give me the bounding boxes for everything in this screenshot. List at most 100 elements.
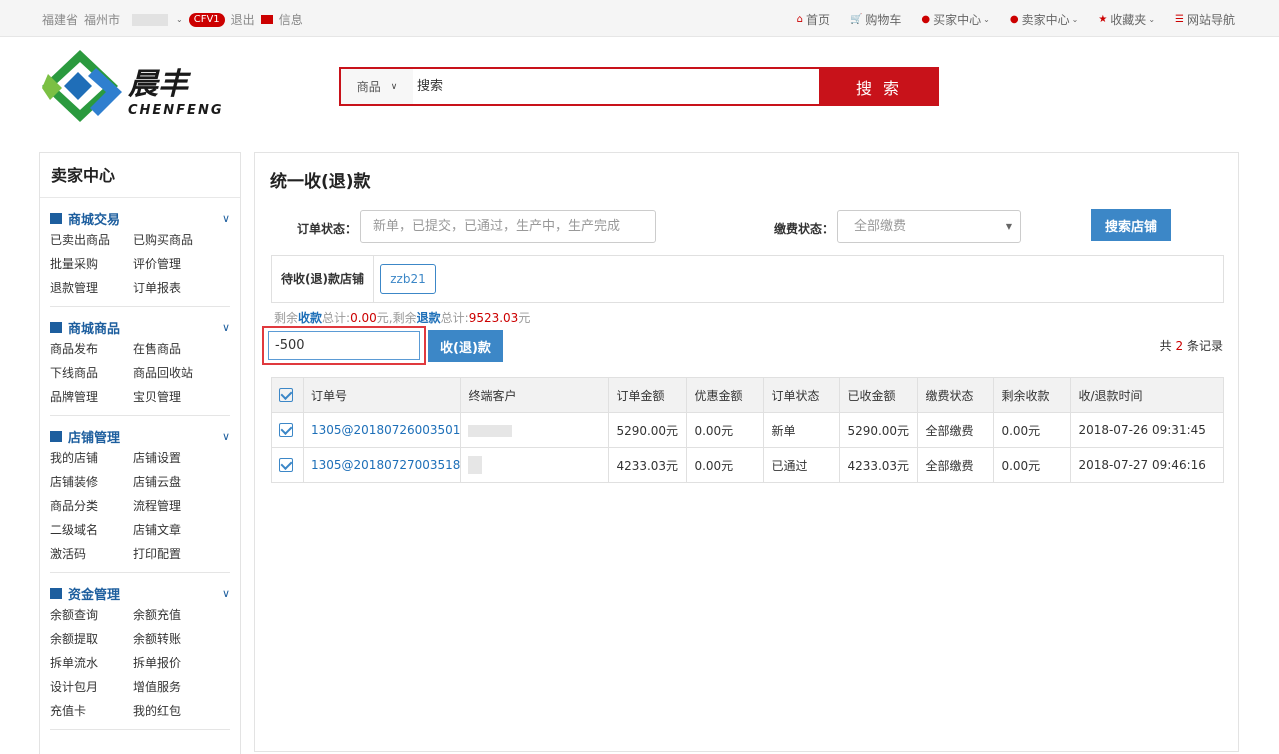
chevron-down-icon: ∨ (221, 320, 230, 334)
search-shop-button[interactable]: 搜索店铺 (1091, 209, 1171, 241)
sidebar-item[interactable]: 店铺云盘 (133, 470, 216, 494)
sidebar-item[interactable]: 退款管理 (50, 276, 133, 300)
search-category-select[interactable]: 商品 ∨ (341, 69, 413, 104)
messages-link[interactable]: 信息 (279, 11, 303, 28)
city-selector[interactable]: 福州市 (84, 11, 126, 28)
sidebar-item[interactable]: 流程管理 (133, 494, 216, 518)
row-select-cell[interactable] (271, 412, 304, 448)
shop-box: 待收(退)款店铺 zzb21 (271, 255, 1224, 303)
sidebar-item[interactable]: 余额转账 (133, 627, 216, 651)
order-number-link[interactable]: 1305@20180727003518 (302, 447, 462, 483)
pay-status-select[interactable]: 全部缴费 ▼ (837, 210, 1021, 243)
seller-center-menu[interactable]: ● 卖家中心 ⌄ (1010, 11, 1078, 28)
table-row: 1305@20180726003501 5290.00元 0.00元 新单 52… (271, 412, 1224, 448)
sidebar-item[interactable]: 店铺装修 (50, 470, 133, 494)
sidebar-item[interactable]: 评价管理 (133, 252, 216, 276)
pay-status-label: 缴费状态： (774, 222, 835, 236)
checkbox-checked-icon[interactable] (279, 458, 293, 473)
sidebar-item[interactable]: 商品分类 (50, 494, 133, 518)
sidebar-item[interactable]: 充值卡 (50, 699, 133, 723)
sidebar-item[interactable]: 已购买商品 (133, 228, 216, 252)
sidebar-item[interactable]: 拆单报价 (133, 651, 216, 675)
sidebar-item[interactable]: 余额查询 (50, 603, 133, 627)
record-count: 共 2 条记录 (1160, 337, 1223, 354)
cart-icon: 🛒 (849, 14, 863, 25)
table-row: 1305@20180727003518 4233.03元 0.00元 已通过 4… (271, 447, 1224, 483)
sidebar-item[interactable]: 店铺文章 (133, 518, 216, 542)
sidebar-group-header[interactable]: 店铺管理 ∨ (50, 426, 230, 446)
order-status-input[interactable]: 新单，已提交，已通过，生产中，生产完成 (360, 210, 656, 243)
logo-mark-icon: 晨丰 CHENFENG (42, 50, 222, 122)
order-number-link[interactable]: 1305@20180726003501 (302, 412, 462, 448)
blurred-customer (468, 456, 483, 474)
list-icon: ☰ (1175, 14, 1184, 25)
sidebar-item[interactable]: 我的店铺 (50, 446, 133, 470)
cart-link[interactable]: 🛒 购物车 (850, 11, 901, 28)
chevron-down-icon[interactable]: ⌄ (176, 15, 183, 24)
sidebar-item[interactable]: 已卖出商品 (50, 228, 133, 252)
sidebar-item[interactable]: 激活码 (50, 542, 133, 566)
checkbox-checked-icon[interactable] (279, 423, 293, 438)
sidebar-item[interactable]: 我的红包 (133, 699, 216, 723)
sidebar-item[interactable]: 在售商品 (133, 337, 216, 361)
home-label: 首页 (805, 13, 830, 27)
sidebar-group-header[interactable]: 资金管理 ∨ (50, 583, 230, 603)
group-title: 资金管理 (68, 587, 121, 603)
logo-cn-text: 晨丰 (128, 67, 192, 102)
buyer-center-menu[interactable]: ● 买家中心 ⌄ (921, 11, 989, 28)
sidebar-group-header[interactable]: 商城商品 ∨ (50, 317, 230, 337)
sidebar-item[interactable]: 批量采购 (50, 252, 133, 276)
favorites-menu[interactable]: ★ 收藏夹 ⌄ (1098, 11, 1155, 28)
order-status-cell: 新单 (763, 412, 841, 448)
sidebar-item[interactable]: 商品回收站 (133, 361, 216, 385)
search-input[interactable] (413, 69, 819, 104)
row-select-cell[interactable] (271, 447, 304, 483)
site-nav-menu[interactable]: ☰ 网站导航 (1175, 11, 1235, 28)
sidebar-item[interactable]: 宝贝管理 (133, 385, 216, 409)
blurred-district (132, 13, 169, 26)
column-header: 收/退款时间 (1070, 377, 1224, 413)
top-bar: 福建省 福州市 ⌄ CFV1 退出 信息 ⌂ 首页 🛒 购物车 ● 买家中心 ⌄ ● 卖家… (0, 0, 1279, 37)
customer-cell (460, 447, 610, 483)
sidebar-item[interactable]: 店铺设置 (133, 446, 216, 470)
summary-total-label: 总计: (440, 311, 469, 325)
checkbox-checked-icon[interactable] (279, 388, 293, 403)
sidebar-group-trade: 商城交易 ∨ 已卖出商品 已购买商品 批量采购 评价管理 退款管理 订单报表 (50, 198, 230, 307)
caret-down-icon: ▼ (1005, 222, 1012, 231)
home-link[interactable]: ⌂ 首页 (797, 11, 830, 28)
location-area: 福建省 福州市 ⌄ CFV1 退出 信息 (42, 11, 309, 28)
select-all-cell[interactable] (271, 377, 304, 413)
sidebar-item[interactable]: 二级域名 (50, 518, 133, 542)
search-button[interactable]: 搜 索 (819, 67, 939, 106)
site-logo[interactable]: 晨丰 CHENFENG (40, 48, 240, 126)
remaining-cell: 0.00元 (993, 412, 1072, 448)
sidebar-item[interactable]: 商品发布 (50, 337, 133, 361)
amount-input[interactable] (268, 331, 420, 360)
orders-table: 订单号 终端客户 订单金额 优惠金额 订单状态 已收金额 缴费状态 剩余收款 收… (271, 377, 1224, 483)
sidebar-item[interactable]: 打印配置 (133, 542, 216, 566)
sidebar-group-header[interactable]: 商城交易 ∨ (50, 208, 230, 228)
sidebar-item[interactable]: 余额提取 (50, 627, 133, 651)
group-title: 商城交易 (68, 212, 121, 228)
sidebar-item[interactable]: 设计包月 (50, 675, 133, 699)
home-icon (50, 430, 62, 442)
chevron-down-icon: ⌄ (1071, 15, 1079, 24)
column-header: 订单状态 (763, 377, 841, 413)
sidebar-item[interactable]: 拆单流水 (50, 651, 133, 675)
user-icon: ● (921, 14, 931, 25)
sidebar-item[interactable]: 余额充值 (133, 603, 216, 627)
sidebar-item[interactable]: 增值服务 (133, 675, 216, 699)
collect-refund-button[interactable]: 收(退)款 (428, 330, 503, 362)
sidebar-item[interactable]: 订单报表 (133, 276, 216, 300)
summary-collect-word: 收款 (298, 311, 323, 325)
blurred-customer (468, 424, 513, 437)
sidebar-item[interactable]: 下线商品 (50, 361, 133, 385)
sidebar-item[interactable]: 品牌管理 (50, 385, 133, 409)
shop-tag[interactable]: zzb21 (380, 264, 436, 294)
logout-link[interactable]: 退出 (231, 11, 255, 28)
remaining-cell: 0.00元 (993, 447, 1072, 483)
column-header: 已收金额 (839, 377, 919, 413)
order-status-cell: 已通过 (763, 447, 841, 483)
summary-refund-amount: 9523.03 (468, 311, 519, 325)
summary-collect-amount: 0.00 (350, 311, 377, 325)
